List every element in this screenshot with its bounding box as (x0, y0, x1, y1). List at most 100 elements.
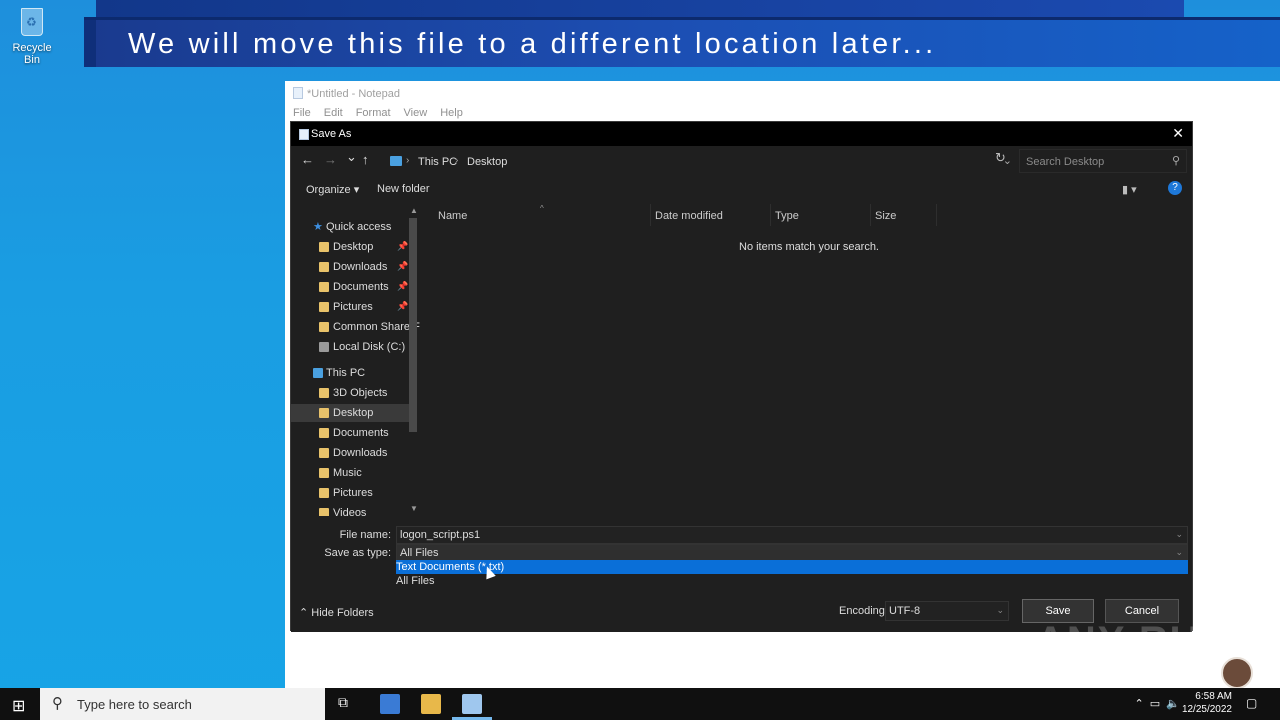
pin-icon: 📌 (397, 301, 409, 311)
view-options-icon[interactable]: ▮ ▾ (1122, 183, 1137, 196)
save-form: File name: logon_script.ps1 ⌄ Save as ty… (291, 516, 1192, 632)
windows-start-icon[interactable]: ⊞ (12, 696, 25, 716)
encoding-label: Encoding: (839, 605, 888, 617)
dialog-toolbar: Organize ▾ New folder ▮ ▾ ? (291, 176, 1192, 202)
nav-item-quick-access[interactable]: ★ Quick access (291, 218, 409, 236)
taskbar-search-placeholder: Type here to search (77, 697, 192, 712)
nav-item-local-disk[interactable]: Local Disk (C:) (291, 338, 409, 356)
menu-edit[interactable]: Edit (316, 105, 348, 121)
pin-icon: 📌 (397, 281, 409, 291)
nav-item-music[interactable]: Music (291, 464, 409, 482)
column-type[interactable]: Type (775, 210, 799, 222)
recycle-bin-label: Recycle Bin (12, 42, 52, 66)
new-folder-button[interactable]: New folder (377, 183, 430, 195)
organize-button[interactable]: Organize ▾ (306, 183, 359, 196)
help-icon[interactable]: ? (1168, 181, 1182, 195)
caption-banner: We will move this file to a different lo… (84, 17, 1280, 67)
this-pc-icon (390, 156, 402, 166)
dialog-title: Save As (311, 128, 352, 140)
search-icon: ⚲ (52, 695, 63, 712)
chevron-down-icon[interactable]: ⌄ (996, 605, 1004, 616)
taskbar: ⊞ ⚲ Type here to search ⧉ ⌃ ▭ 🔈 6:58 AM … (0, 688, 1280, 720)
scroll-up-icon[interactable]: ▲ (410, 206, 418, 215)
task-view-icon[interactable]: ⧉ (338, 694, 358, 714)
column-name[interactable]: Name (438, 210, 467, 222)
hide-folders-button[interactable]: ⌃ Hide Folders (299, 606, 374, 619)
nav-item-this-pc[interactable]: This PC (291, 364, 409, 382)
back-arrow-icon[interactable]: ← (301, 152, 314, 167)
recycle-bin[interactable]: ♻ Recycle Bin (4, 4, 60, 66)
notepad-icon (299, 129, 309, 140)
address-bar[interactable]: › This PC › Desktop ⌄ (381, 149, 1019, 173)
encoding-select[interactable]: UTF-8 ⌄ (885, 601, 1009, 621)
save-as-dialog: Save As ✕ ← → ⌄ ↑ › This PC › Desktop ⌄ … (290, 121, 1193, 632)
menu-file[interactable]: File (285, 105, 316, 121)
save-as-type-label: Save as type: (324, 547, 391, 559)
folder-icon (319, 488, 329, 498)
nav-item-common-share[interactable]: Common Share F (291, 318, 420, 336)
file-name-input[interactable]: logon_script.ps1 ⌄ (396, 526, 1188, 544)
nav-item-desktop-pinned[interactable]: Desktop 📌 (291, 238, 409, 256)
option-text-documents[interactable]: Text Documents (*.txt) (396, 560, 1188, 574)
menu-format[interactable]: Format (348, 105, 396, 121)
file-explorer-icon[interactable] (421, 694, 441, 714)
breadcrumb-this-pc[interactable]: This PC (418, 156, 457, 168)
scrollbar-thumb[interactable] (409, 218, 417, 432)
folder-icon (319, 302, 329, 312)
file-name-value: logon_script.ps1 (400, 529, 481, 541)
notepad-title: *Untitled - Notepad (293, 87, 400, 100)
chevron-down-icon[interactable]: ⌄ (1175, 529, 1183, 540)
dialog-titlebar[interactable]: Save As ✕ (291, 122, 1192, 146)
clock-time: 6:58 AM (1195, 691, 1232, 702)
pin-icon: 📌 (397, 261, 409, 271)
folder-icon (319, 408, 329, 418)
taskbar-search-input[interactable]: ⚲ Type here to search (40, 688, 325, 720)
notepad-menubar: File Edit Format View Help (285, 105, 468, 121)
notifications-icon[interactable]: ▢ (1246, 696, 1257, 710)
pc-icon (313, 368, 323, 378)
nav-item-documents[interactable]: Documents (291, 424, 409, 442)
menu-help[interactable]: Help (432, 105, 468, 121)
chevron-down-icon[interactable]: ⌄ (1175, 547, 1183, 558)
folder-icon (319, 508, 329, 516)
nav-item-3d-objects[interactable]: 3D Objects (291, 384, 409, 402)
server-manager-icon[interactable] (380, 694, 400, 714)
navigation-pane: ★ Quick access Desktop 📌 Downloads 📌 Doc… (291, 204, 421, 516)
option-all-files[interactable]: All Files (396, 574, 1188, 588)
nav-pane-scrollbar[interactable]: ▲ ▼ (408, 204, 418, 516)
close-icon[interactable]: ✕ (1172, 125, 1184, 142)
menu-view[interactable]: View (396, 105, 433, 121)
star-icon: ★ (313, 221, 323, 233)
banner-top-strip (96, 0, 1184, 17)
nav-item-pictures[interactable]: Pictures (291, 484, 409, 502)
nav-item-pictures-pinned[interactable]: Pictures 📌 (291, 298, 409, 316)
save-as-type-options: Text Documents (*.txt) All Files (396, 560, 1188, 588)
notepad-taskbar-icon[interactable] (462, 694, 482, 714)
file-name-label: File name: (339, 529, 391, 541)
column-size[interactable]: Size (875, 210, 896, 222)
notepad-icon (293, 87, 303, 99)
folder-icon (319, 428, 329, 438)
nav-item-desktop[interactable]: Desktop (291, 404, 409, 422)
refresh-icon[interactable]: ↻ (995, 150, 1006, 166)
nav-item-downloads-pinned[interactable]: Downloads 📌 (291, 258, 409, 276)
disk-icon (319, 342, 329, 352)
nav-item-downloads[interactable]: Downloads (291, 444, 409, 462)
navigation-bar: ← → ⌄ ↑ › This PC › Desktop ⌄ ↻ Search D… (291, 146, 1192, 176)
clock[interactable]: 6:58 AM 12/25/2022 (1172, 690, 1232, 716)
scroll-down-icon[interactable]: ▼ (410, 504, 418, 513)
recent-locations-chevron-icon[interactable]: ⌄ (346, 149, 357, 165)
nav-item-documents-pinned[interactable]: Documents 📌 (291, 278, 409, 296)
pin-icon: 📌 (397, 241, 409, 251)
folder-icon (319, 448, 329, 458)
nav-item-videos[interactable]: Videos (291, 504, 409, 516)
folder-icon (319, 322, 329, 332)
breadcrumb-desktop[interactable]: Desktop (467, 156, 507, 168)
up-arrow-icon[interactable]: ↑ (362, 152, 369, 167)
folder-icon (319, 282, 329, 292)
clock-date: 12/25/2022 (1181, 704, 1232, 715)
column-date-modified[interactable]: Date modified (655, 210, 723, 222)
search-input[interactable]: Search Desktop ⚲ (1019, 149, 1187, 173)
forward-arrow-icon[interactable]: → (324, 152, 337, 167)
file-list: ^ Name Date modified Type Size No items … (426, 204, 1192, 516)
